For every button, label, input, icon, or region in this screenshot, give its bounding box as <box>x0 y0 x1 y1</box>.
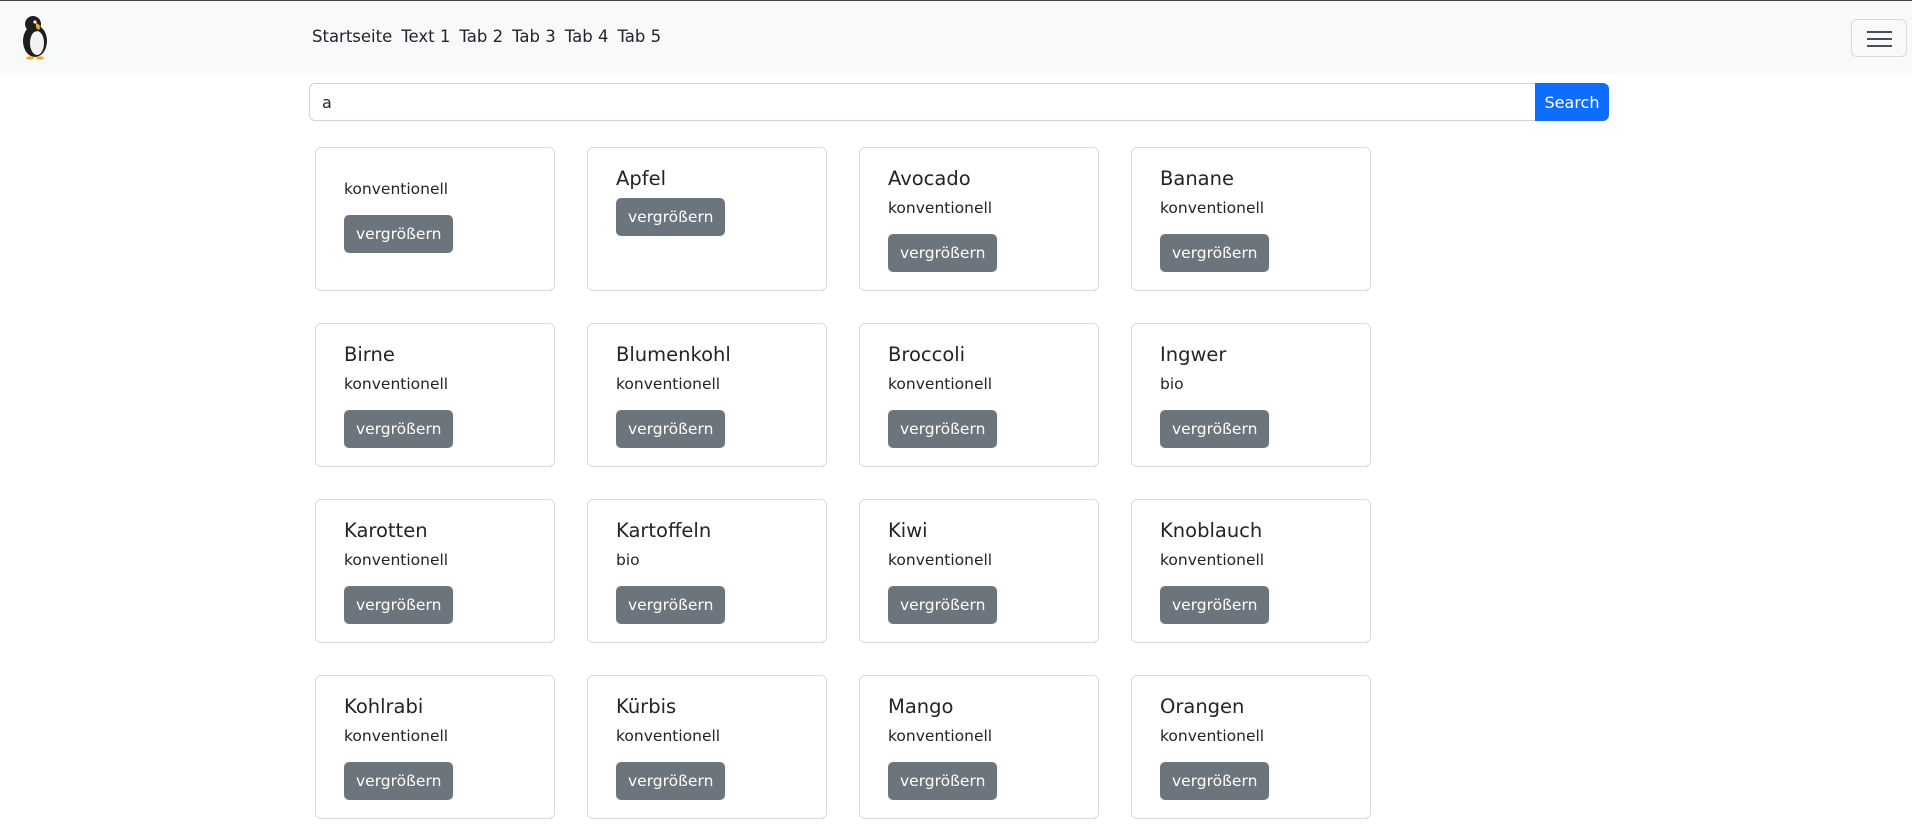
product-card: Apfel vergrößern <box>587 147 827 291</box>
card-title: Kiwi <box>888 519 928 542</box>
enlarge-button[interactable]: vergrößern <box>344 762 454 800</box>
enlarge-button[interactable]: vergrößern <box>1160 762 1270 800</box>
product-card: Kartoffeln bio vergrößern <box>587 499 827 643</box>
enlarge-button[interactable]: vergrößern <box>888 234 998 272</box>
card-title: Blumenkohl <box>616 343 731 366</box>
product-card: Mango konventionell vergrößern <box>859 675 1099 819</box>
product-card: Kiwi konventionell vergrößern <box>859 499 1099 643</box>
enlarge-button[interactable]: vergrößern <box>616 410 726 448</box>
search-input[interactable] <box>309 83 1536 121</box>
product-grid: konventionell vergrößern Apfel vergrößer… <box>315 147 1371 819</box>
enlarge-button[interactable]: vergrößern <box>1160 410 1270 448</box>
card-subtitle: konventionell <box>344 375 449 393</box>
card-subtitle: konventionell <box>888 199 993 217</box>
card-title: Kürbis <box>616 695 677 718</box>
card-title: Orangen <box>1160 695 1245 718</box>
card-subtitle: konventionell <box>888 551 993 569</box>
search-button[interactable]: Search <box>1535 83 1609 121</box>
enlarge-button[interactable]: vergrößern <box>1160 586 1270 624</box>
nav-link-tab-3[interactable]: Tab 3 <box>512 27 556 46</box>
card-subtitle: bio <box>1160 375 1184 393</box>
product-card: Kohlrabi konventionell vergrößern <box>315 675 555 819</box>
product-card: Blumenkohl konventionell vergrößern <box>587 323 827 467</box>
card-subtitle: konventionell <box>888 375 993 393</box>
enlarge-button[interactable]: vergrößern <box>888 762 998 800</box>
card-title: Mango <box>888 695 954 718</box>
product-card: Broccoli konventionell vergrößern <box>859 323 1099 467</box>
product-card: Ingwer bio vergrößern <box>1131 323 1371 467</box>
enlarge-button[interactable]: vergrößern <box>616 198 726 236</box>
nav-link-startseite[interactable]: Startseite <box>312 27 392 46</box>
card-title: Birne <box>344 343 395 366</box>
enlarge-button[interactable]: vergrößern <box>616 762 726 800</box>
product-card: Orangen konventionell vergrößern <box>1131 675 1371 819</box>
enlarge-button[interactable]: vergrößern <box>888 586 998 624</box>
hamburger-menu-button[interactable] <box>1851 19 1907 57</box>
enlarge-button[interactable]: vergrößern <box>888 410 998 448</box>
product-card: Knoblauch konventionell vergrößern <box>1131 499 1371 643</box>
product-card: Karotten konventionell vergrößern <box>315 499 555 643</box>
card-title: Banane <box>1160 167 1234 190</box>
product-card: Avocado konventionell vergrößern <box>859 147 1099 291</box>
enlarge-button[interactable]: vergrößern <box>344 410 454 448</box>
enlarge-button[interactable]: vergrößern <box>1160 234 1270 272</box>
product-card: Birne konventionell vergrößern <box>315 323 555 467</box>
enlarge-button[interactable]: vergrößern <box>616 586 726 624</box>
card-title: Knoblauch <box>1160 519 1263 542</box>
card-subtitle: konventionell <box>1160 199 1265 217</box>
enlarge-button[interactable]: vergrößern <box>344 586 454 624</box>
card-title: Broccoli <box>888 343 966 366</box>
nav-link-tab-5[interactable]: Tab 5 <box>617 27 661 46</box>
card-title: Ingwer <box>1160 343 1227 366</box>
card-subtitle: konventionell <box>1160 727 1265 745</box>
product-card: Banane konventionell vergrößern <box>1131 147 1371 291</box>
card-subtitle: konventionell <box>616 375 721 393</box>
card-subtitle: konventionell <box>344 551 449 569</box>
card-title: Kohlrabi <box>344 695 424 718</box>
card-title: Avocado <box>888 167 971 190</box>
penguin-icon[interactable] <box>18 14 54 60</box>
card-title: Apfel <box>616 167 666 190</box>
card-title: Kartoffeln <box>616 519 712 542</box>
card-subtitle: konventionell <box>888 727 993 745</box>
product-card: Kürbis konventionell vergrößern <box>587 675 827 819</box>
card-subtitle: bio <box>616 551 640 569</box>
card-title: Karotten <box>344 519 428 542</box>
nav-link-tab-4[interactable]: Tab 4 <box>565 27 609 46</box>
card-subtitle: konventionell <box>344 727 449 745</box>
card-subtitle: konventionell <box>616 727 721 745</box>
product-card: konventionell vergrößern <box>315 147 555 291</box>
card-subtitle: konventionell <box>1160 551 1265 569</box>
nav-links: Startseite Text 1 Tab 2 Tab 3 Tab 4 Tab … <box>312 27 661 46</box>
enlarge-button[interactable]: vergrößern <box>344 215 454 253</box>
nav-link-text-1[interactable]: Text 1 <box>401 27 450 46</box>
navbar: Startseite Text 1 Tab 2 Tab 3 Tab 4 Tab … <box>0 0 1912 73</box>
card-subtitle: konventionell <box>344 180 449 198</box>
nav-link-tab-2[interactable]: Tab 2 <box>459 27 503 46</box>
